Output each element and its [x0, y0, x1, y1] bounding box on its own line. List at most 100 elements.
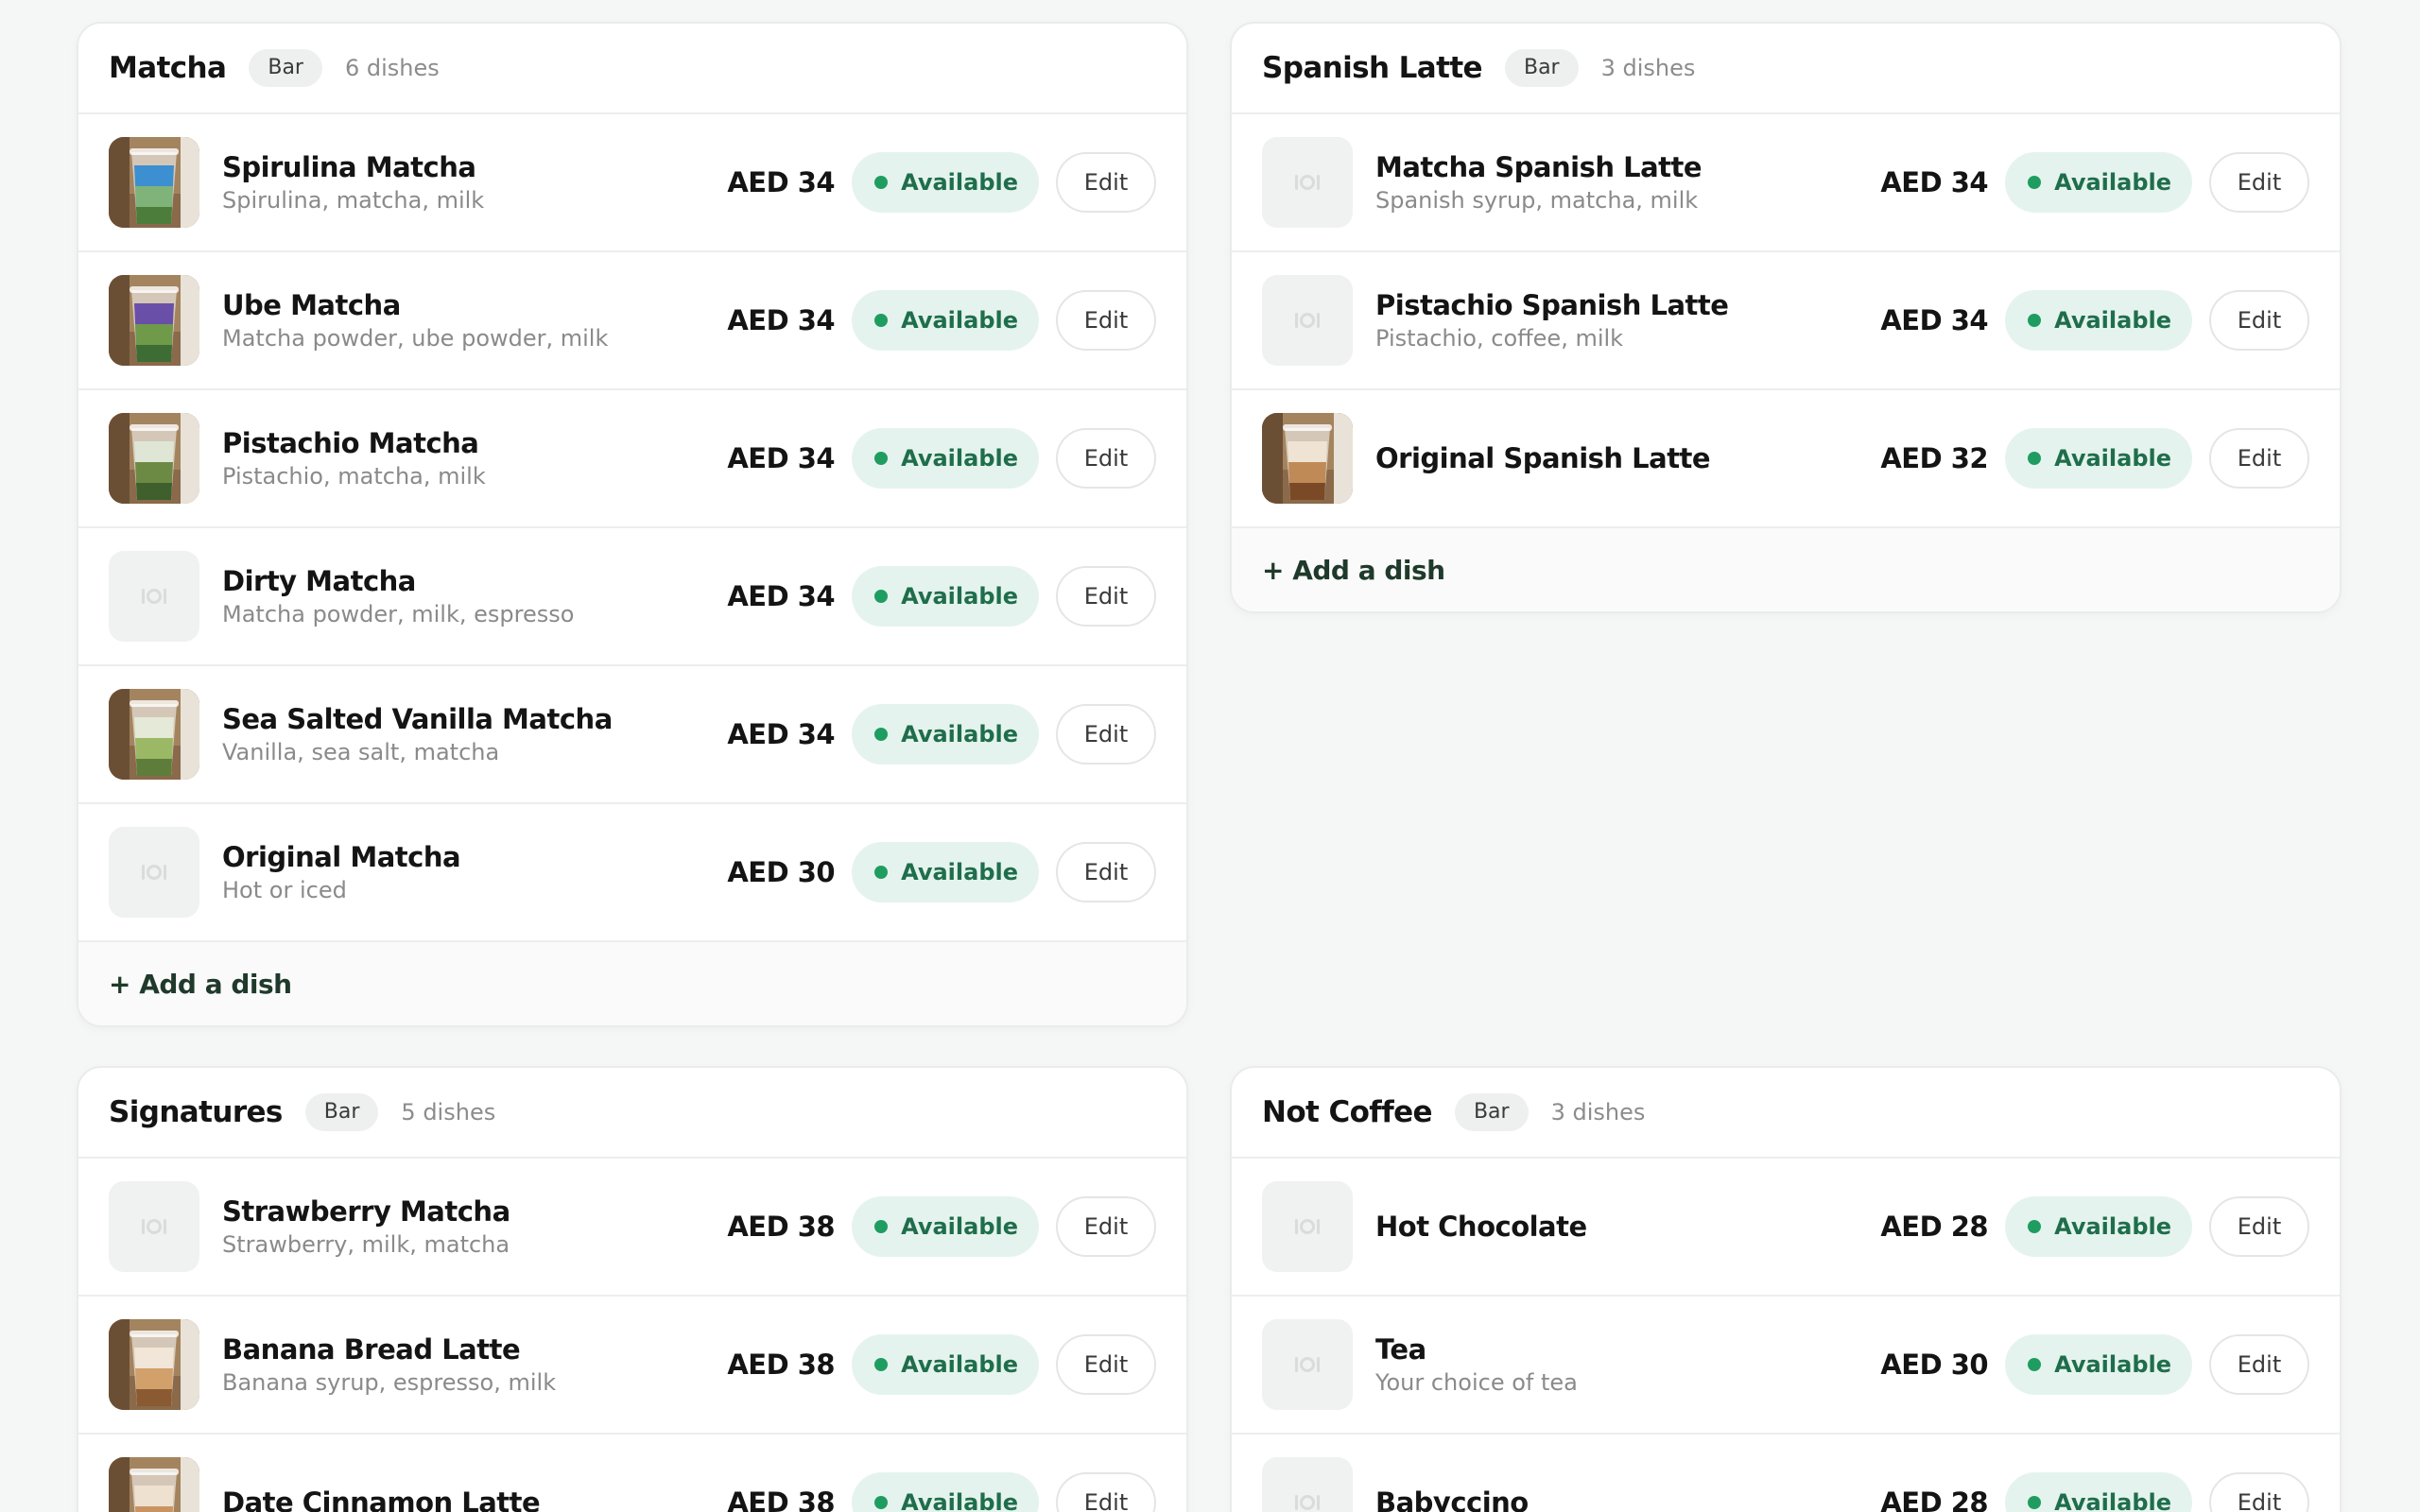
dish-name: Sea Salted Vanilla Matcha: [222, 702, 613, 735]
availability-toggle[interactable]: Available: [852, 704, 1039, 765]
status-dot-icon: [2028, 1496, 2042, 1509]
status-dot-icon: [874, 176, 889, 189]
dish-info: Pistachio Spanish Latte Pistachio, coffe…: [1375, 288, 1880, 353]
availability-toggle[interactable]: Available: [852, 290, 1039, 351]
edit-dish-button[interactable]: Edit: [2209, 1334, 2309, 1395]
edit-dish-button[interactable]: Edit: [1056, 1334, 1156, 1395]
dish-info: Hot Chocolate: [1375, 1210, 1880, 1244]
dish-name: Pistachio Spanish Latte: [1375, 288, 1729, 321]
availability-toggle[interactable]: Available: [2005, 152, 2192, 213]
edit-dish-button[interactable]: Edit: [1056, 1472, 1156, 1512]
blue-green-matcha-cup-photo: [109, 137, 199, 228]
availability-toggle[interactable]: Available: [852, 842, 1039, 902]
dish-info: Original Spanish Latte: [1375, 441, 1880, 475]
availability-toggle[interactable]: Available: [2005, 1334, 2192, 1395]
edit-dish-button[interactable]: Edit: [1056, 152, 1156, 213]
edit-dish-button[interactable]: Edit: [1056, 1196, 1156, 1257]
dish-row[interactable]: Sea Salted Vanilla Matcha Vanilla, sea s…: [78, 666, 1186, 804]
availability-toggle[interactable]: Available: [2005, 290, 2192, 351]
edit-dish-button[interactable]: Edit: [1056, 704, 1156, 765]
availability-toggle[interactable]: Available: [852, 152, 1039, 213]
availability-toggle[interactable]: Available: [2005, 428, 2192, 489]
dish-price: AED 38: [727, 1349, 836, 1381]
availability-label: Available: [901, 1489, 1018, 1512]
dish-name: Spirulina Matcha: [222, 150, 476, 183]
dish-price: AED 34: [727, 166, 836, 198]
purple-green-matcha-cup-photo: [109, 275, 199, 366]
station-badge: Bar: [1504, 49, 1579, 87]
edit-dish-button[interactable]: Edit: [1056, 428, 1156, 489]
plate-placeholder-icon: [1262, 1457, 1353, 1512]
status-dot-icon: [874, 866, 889, 879]
dish-row[interactable]: Matcha Spanish Latte Spanish syrup, matc…: [1232, 114, 2340, 252]
dish-name: Date Cinnamon Latte: [222, 1486, 541, 1512]
category-card-matcha: Matcha Bar 6 dishes Spirulina Matcha Spi…: [77, 22, 1188, 1027]
dish-row[interactable]: Original Matcha Hot or iced AED 30 Avail…: [78, 804, 1186, 942]
status-dot-icon: [2028, 314, 2042, 327]
dish-row[interactable]: Babyccino AED 28 Available Edit: [1232, 1435, 2340, 1512]
add-dish-button[interactable]: + Add a dish: [1232, 528, 2340, 611]
station-badge: Bar: [1454, 1093, 1529, 1131]
dish-row[interactable]: Strawberry Matcha Strawberry, milk, matc…: [78, 1159, 1186, 1297]
dish-info: Banana Bread Latte Banana syrup, espress…: [222, 1332, 727, 1398]
dish-row[interactable]: Ube Matcha Matcha powder, ube powder, mi…: [78, 252, 1186, 390]
dish-row[interactable]: Dirty Matcha Matcha powder, milk, espres…: [78, 528, 1186, 666]
edit-dish-button[interactable]: Edit: [2209, 152, 2309, 213]
availability-toggle[interactable]: Available: [852, 566, 1039, 627]
dish-description: Banana syrup, espresso, milk: [222, 1368, 557, 1396]
dish-row[interactable]: Pistachio Matcha Pistachio, matcha, milk…: [78, 390, 1186, 528]
dish-row[interactable]: Tea Your choice of tea AED 30 Available …: [1232, 1297, 2340, 1435]
dish-count: 3 dishes: [1550, 1099, 1646, 1125]
dish-info: Ube Matcha Matcha powder, ube powder, mi…: [222, 288, 727, 353]
edit-dish-button[interactable]: Edit: [1056, 842, 1156, 902]
availability-toggle[interactable]: Available: [2005, 1472, 2192, 1512]
dish-name: Banana Bread Latte: [222, 1332, 521, 1366]
dish-price: AED 28: [1880, 1486, 1989, 1512]
dish-row[interactable]: Spirulina Matcha Spirulina, matcha, milk…: [78, 114, 1186, 252]
dish-name: Hot Chocolate: [1375, 1211, 1587, 1243]
dish-name: Pistachio Matcha: [222, 426, 479, 459]
edit-dish-button[interactable]: Edit: [1056, 566, 1156, 627]
dish-row[interactable]: Hot Chocolate AED 28 Available Edit: [1232, 1159, 2340, 1297]
status-dot-icon: [2028, 1358, 2042, 1371]
status-dot-icon: [874, 590, 889, 603]
availability-label: Available: [2054, 169, 2171, 196]
availability-toggle[interactable]: Available: [852, 1334, 1039, 1395]
plate-placeholder-icon: [1262, 1319, 1353, 1410]
availability-toggle[interactable]: Available: [852, 1196, 1039, 1257]
dish-info: Babyccino: [1375, 1486, 1880, 1512]
dish-price: AED 32: [1880, 442, 1989, 474]
dish-name: Babyccino: [1375, 1486, 1529, 1512]
plate-placeholder-icon: [109, 551, 199, 642]
dish-list: Strawberry Matcha Strawberry, milk, matc…: [78, 1159, 1186, 1512]
plate-placeholder-icon: [109, 1181, 199, 1272]
dish-description: Pistachio, matcha, milk: [222, 462, 486, 490]
edit-dish-button[interactable]: Edit: [2209, 428, 2309, 489]
availability-toggle[interactable]: Available: [2005, 1196, 2192, 1257]
edit-dish-button[interactable]: Edit: [2209, 1472, 2309, 1512]
dish-row[interactable]: Banana Bread Latte Banana syrup, espress…: [78, 1297, 1186, 1435]
edit-dish-button[interactable]: Edit: [1056, 290, 1156, 351]
dish-row[interactable]: Original Spanish Latte AED 32 Available …: [1232, 390, 2340, 528]
dish-price: AED 34: [1880, 166, 1989, 198]
availability-label: Available: [2054, 1489, 2171, 1512]
availability-toggle[interactable]: Available: [852, 428, 1039, 489]
dish-name: Strawberry Matcha: [222, 1194, 510, 1228]
edit-dish-button[interactable]: Edit: [2209, 290, 2309, 351]
dish-row[interactable]: Date Cinnamon Latte AED 38 Available Edi…: [78, 1435, 1186, 1512]
availability-toggle[interactable]: Available: [852, 1472, 1039, 1512]
dish-info: Original Matcha Hot or iced: [222, 840, 727, 905]
add-dish-button[interactable]: + Add a dish: [78, 942, 1186, 1025]
cinnamon-latte-cup-photo: [109, 1457, 199, 1512]
dish-row[interactable]: Pistachio Spanish Latte Pistachio, coffe…: [1232, 252, 2340, 390]
dish-name: Tea: [1375, 1332, 1426, 1366]
status-dot-icon: [874, 728, 889, 741]
category-header: Matcha Bar 6 dishes: [78, 24, 1186, 114]
dish-info: Spirulina Matcha Spirulina, matcha, milk: [222, 150, 727, 215]
edit-dish-button[interactable]: Edit: [2209, 1196, 2309, 1257]
dish-description: Spanish syrup, matcha, milk: [1375, 186, 1699, 214]
availability-label: Available: [901, 721, 1018, 747]
category-header: Not Coffee Bar 3 dishes: [1232, 1068, 2340, 1159]
status-dot-icon: [2028, 452, 2042, 465]
plate-placeholder-icon: [1262, 1181, 1353, 1272]
